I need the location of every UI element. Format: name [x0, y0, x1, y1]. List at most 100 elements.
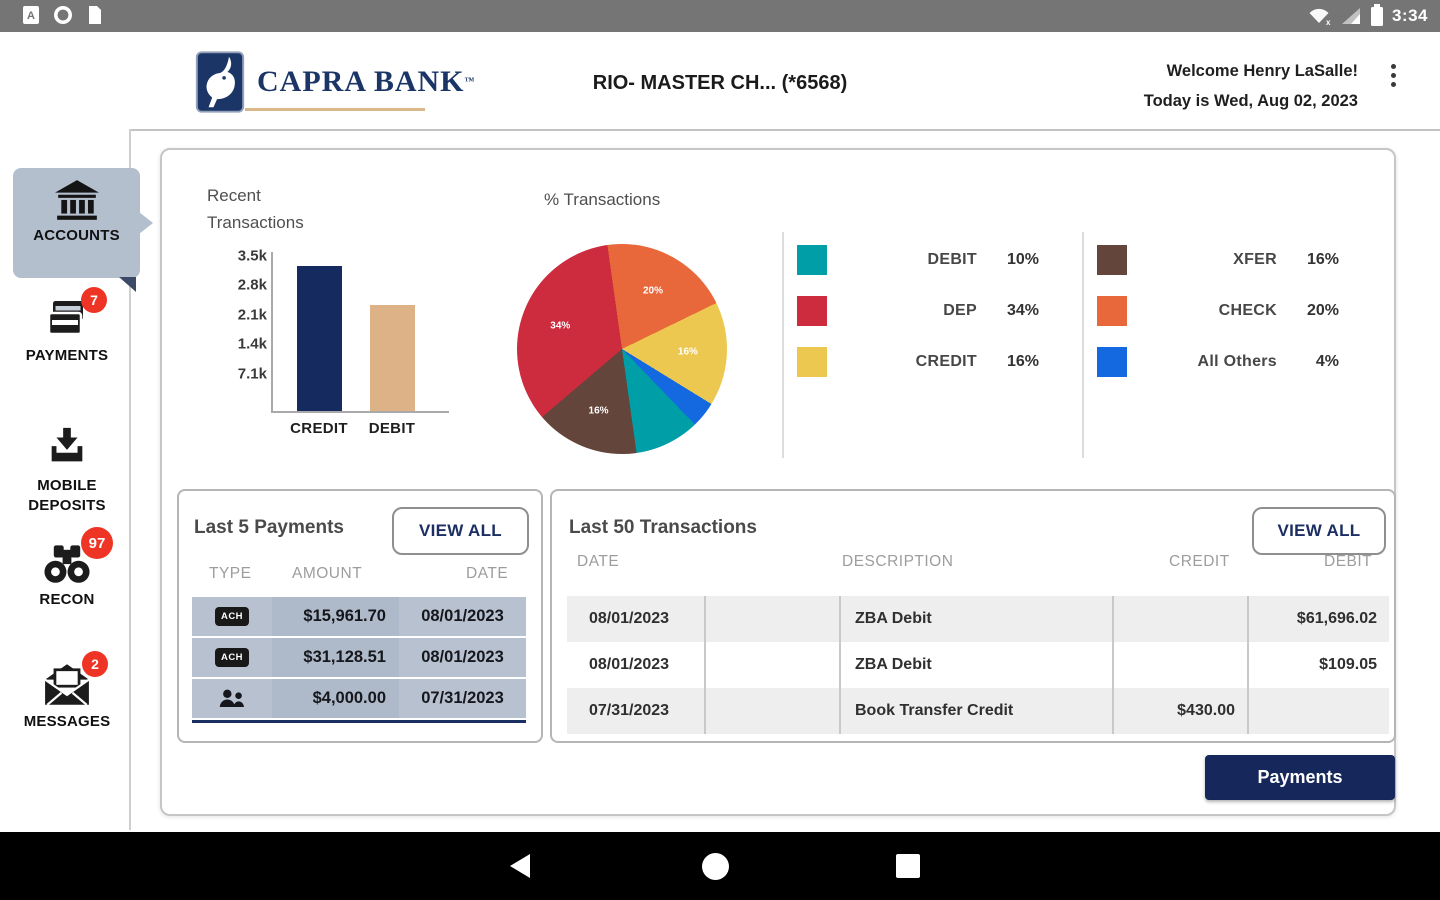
- svg-text:A: A: [27, 10, 35, 22]
- transaction-debit-cell: $109.05: [1319, 656, 1377, 673]
- y-tick-label: 2.1k: [237, 306, 267, 324]
- legend-col1: DEBIT 10% DEP 34% CREDIT 16%: [797, 245, 1047, 398]
- transaction-spacer-cell: [704, 688, 839, 734]
- cell-signal-icon: [1341, 8, 1360, 24]
- column-header-credit: CREDIT: [1169, 553, 1230, 570]
- transaction-credit-cell: $430.00: [1177, 702, 1235, 719]
- table-bottom-rule: [192, 720, 526, 723]
- battery-icon: [1370, 3, 1383, 26]
- legend-label: CREDIT: [915, 353, 977, 370]
- legend-swatch: [797, 347, 827, 377]
- android-navigation-bar: [0, 832, 1440, 900]
- last-50-transactions-panel: Last 50 Transactions VIEW ALL DATE DESCR…: [550, 489, 1396, 743]
- bar-category-label: DEBIT: [368, 420, 416, 437]
- app-letter-icon: A: [23, 6, 39, 24]
- legend-value: 4%: [1315, 353, 1339, 370]
- payment-date-cell: 08/01/2023: [421, 648, 504, 666]
- active-fold-corner: [119, 277, 136, 292]
- sidebar-item-mobile-deposits[interactable]: MOBILE DEPOSITS: [6, 425, 128, 516]
- svg-text:x: x: [1326, 18, 1331, 26]
- recon-badge: 97: [81, 527, 113, 559]
- payment-type-cell: ACH: [192, 597, 272, 636]
- sidebar: ACCOUNTS 7 PAYMENTS MOBILE DEPOSITS 97 R…: [0, 129, 153, 830]
- sidebar-item-accounts[interactable]: ACCOUNTS: [13, 168, 153, 292]
- payment-amount-cell: $4,000.00: [272, 679, 399, 718]
- mobile-deposit-icon: [51, 427, 83, 462]
- payments-table: ACH $15,961.70 08/01/2023 ACH $31,128.51 08/0…: [192, 597, 526, 720]
- payment-date-cell: 07/31/2023: [421, 689, 504, 707]
- transaction-row[interactable]: 07/31/2023 Book Transfer Credit $430.00: [567, 688, 1389, 734]
- transaction-debit-cell: $61,696.02: [1296, 610, 1377, 627]
- welcome-line1: Welcome Henry LaSalle!: [1166, 62, 1358, 80]
- circle-app-icon: [54, 6, 72, 24]
- transaction-row[interactable]: 08/01/2023 ZBA Debit $61,696.02: [567, 596, 1389, 642]
- column-divider: [1112, 596, 1114, 734]
- transactions-view-all-button[interactable]: VIEW ALL: [1252, 507, 1386, 555]
- transaction-date-cell: 08/01/2023: [589, 610, 670, 627]
- transaction-spacer-cell: [704, 642, 839, 688]
- column-divider: [839, 596, 841, 734]
- notification-icons: A: [22, 5, 104, 25]
- last-5-payments-panel: Last 5 Payments VIEW ALL TYPE AMOUNT DAT…: [177, 489, 543, 743]
- column-divider: [1247, 596, 1249, 734]
- transaction-credit-cell: [1112, 596, 1247, 642]
- legend-row: DEBIT 10%: [797, 245, 1047, 275]
- sidebar-item-messages[interactable]: 2 MESSAGES: [6, 651, 128, 732]
- legend-row: All Others 4%: [1097, 347, 1347, 377]
- sidebar-item-recon[interactable]: 97 RECON: [6, 527, 128, 610]
- transaction-row[interactable]: 08/01/2023 ZBA Debit $109.05: [567, 642, 1389, 688]
- legend-swatch: [797, 245, 827, 275]
- ach-badge: ACH: [214, 648, 250, 667]
- legend-row: DEP 34%: [797, 296, 1047, 326]
- legend-swatch: [797, 296, 827, 326]
- android-recents-button[interactable]: [878, 832, 938, 900]
- legend-swatch: [1097, 245, 1127, 275]
- sidebar-item-payments[interactable]: 7 PAYMENTS: [6, 287, 128, 366]
- legend-value: 10%: [1006, 251, 1039, 268]
- payment-row[interactable]: $4,000.00 07/31/2023: [192, 679, 526, 718]
- legend-label: XFER: [1233, 251, 1277, 268]
- transactions-panel-title: Last 50 Transactions: [569, 517, 757, 538]
- welcome-line2: Today is Wed, Aug 02, 2023: [1143, 92, 1358, 110]
- brand-underline: [245, 108, 425, 111]
- wifi-off-icon: x: [1309, 8, 1331, 26]
- status-time: 3:34: [1391, 6, 1428, 25]
- sidebar-item-label: ACCOUNTS: [33, 227, 120, 244]
- payments-button[interactable]: Payments: [1205, 755, 1395, 800]
- column-header-debit: DEBIT: [1324, 553, 1373, 570]
- payment-amount-cell: $15,961.70: [272, 597, 399, 636]
- app-header: CAPRA BANK™ RIO- MASTER CH... (*6568) We…: [0, 32, 1440, 131]
- payments-panel-title: Last 5 Payments: [194, 517, 344, 538]
- legend-label: All Others: [1197, 353, 1277, 370]
- pie-chart-title: % Transactions: [544, 190, 661, 209]
- file-app-icon: [89, 6, 101, 24]
- bar-chart-title: Recent Transactions: [207, 186, 304, 232]
- payment-row[interactable]: ACH $31,128.51 08/01/2023: [192, 638, 526, 677]
- transaction-description-cell: Book Transfer Credit: [855, 702, 1014, 719]
- bank-icon: [54, 180, 99, 220]
- welcome-text: Welcome Henry LaSalle! Today is Wed, Aug…: [1144, 56, 1358, 116]
- legend-swatch: [1097, 347, 1127, 377]
- sidebar-item-label: PAYMENTS: [25, 347, 109, 364]
- recent-transactions-bar-chart: 3.5k 2.8k 2.1k 1.4k 7.1k CREDIT DEBIT: [222, 248, 462, 450]
- legend-col2: XFER 16% CHECK 20% All Others 4%: [1097, 245, 1347, 398]
- payments-badge: 7: [81, 287, 107, 313]
- legend-divider: [782, 232, 784, 458]
- y-tick-label: 7.1k: [237, 365, 267, 383]
- bar-category-label: CREDIT: [290, 420, 348, 437]
- dashboard-card: Recent Transactions 3.5k 2.8k 2.1k 1.4k 7.1k…: [160, 148, 1396, 816]
- android-home-button[interactable]: [685, 832, 745, 900]
- column-header-date: DATE: [466, 565, 509, 582]
- android-back-button[interactable]: [490, 832, 550, 900]
- people-icon: [219, 689, 244, 707]
- payment-amount-cell: $31,128.51: [272, 638, 399, 677]
- pie-chart: 20% 16% 16% 34%: [517, 244, 727, 454]
- pie-slice-label: 20%: [642, 285, 663, 297]
- sidebar-item-label: MESSAGES: [23, 713, 111, 730]
- y-tick-label: 3.5k: [237, 247, 267, 265]
- bar-credit: [297, 265, 342, 411]
- legend-value: 16%: [1006, 353, 1039, 370]
- payment-row[interactable]: ACH $15,961.70 08/01/2023: [192, 597, 526, 636]
- overflow-menu-icon[interactable]: [1384, 60, 1402, 104]
- payments-view-all-button[interactable]: VIEW ALL: [392, 507, 529, 555]
